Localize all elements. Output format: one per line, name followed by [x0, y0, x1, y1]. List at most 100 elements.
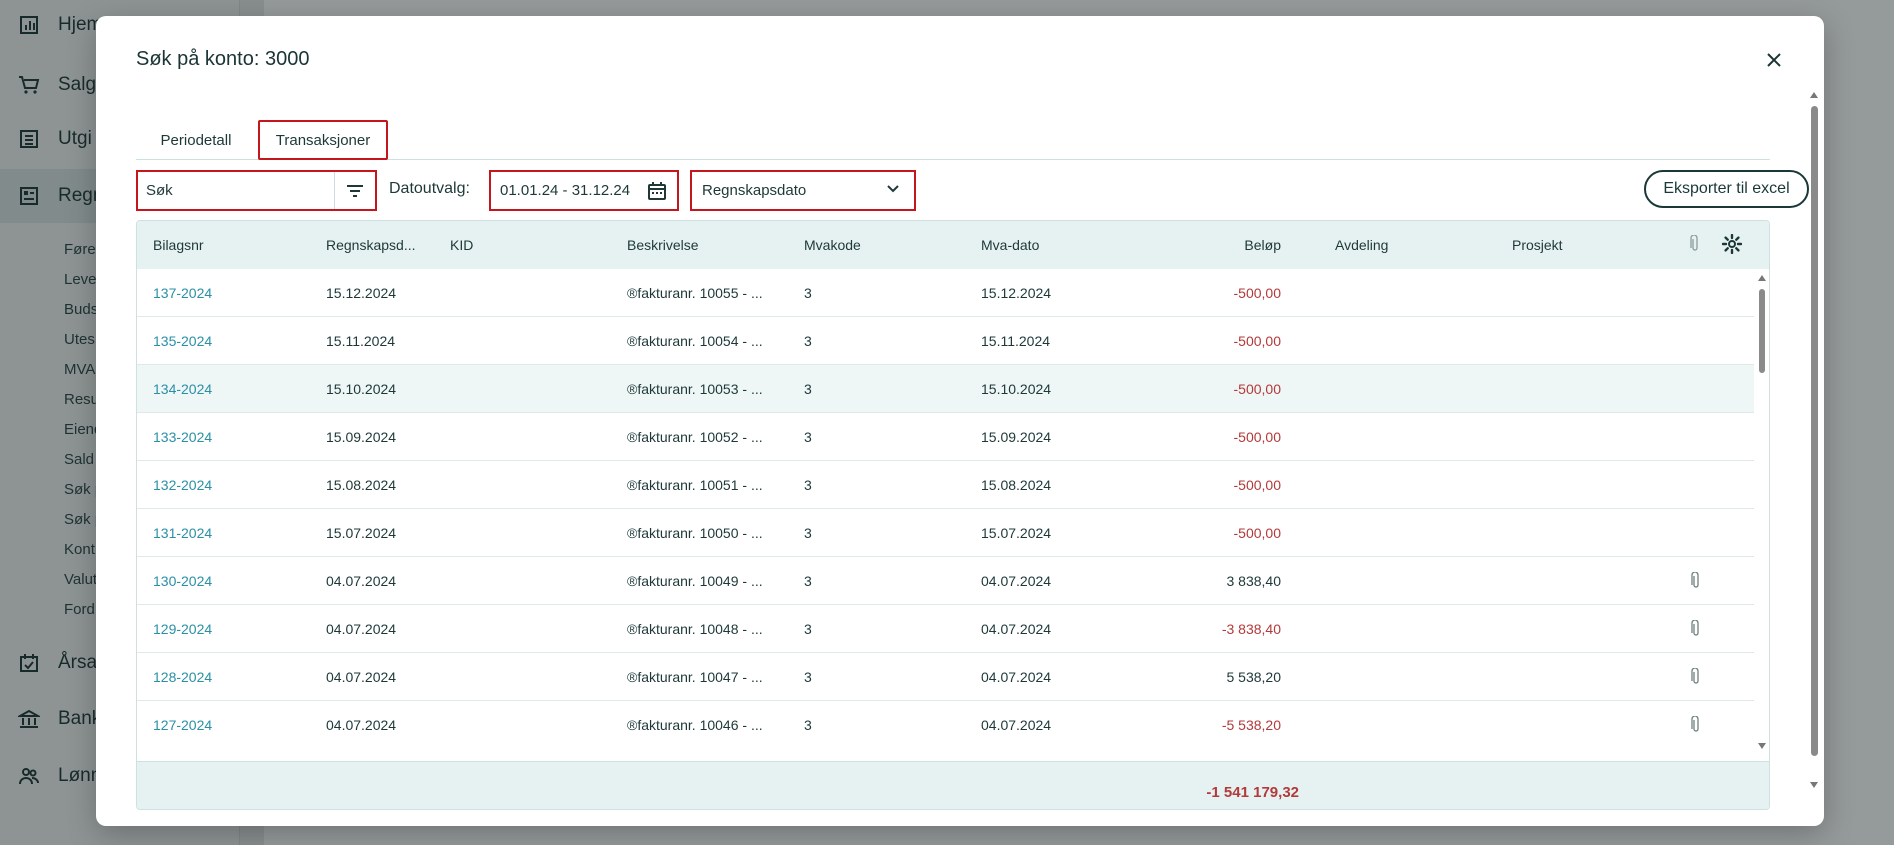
- paperclip-icon[interactable]: [1691, 667, 1705, 684]
- scroll-up-icon[interactable]: [1810, 92, 1818, 98]
- vat-date: 15.12.2024: [981, 285, 1052, 301]
- description: ®fakturanr. 10052 - ...: [627, 429, 763, 445]
- table-row[interactable]: 128-2024 04.07.2024 ®fakturanr. 10047 - ..…: [137, 653, 1754, 701]
- date-range-value: 01.01.24 - 31.12.24: [500, 182, 631, 199]
- column-header-kid[interactable]: KID: [450, 237, 473, 253]
- paperclip-icon[interactable]: [1691, 619, 1705, 636]
- vat-code: 3: [804, 717, 812, 733]
- vat-code: 3: [804, 429, 812, 445]
- accounting-date: 15.07.2024: [326, 525, 397, 541]
- filter-button[interactable]: [334, 172, 374, 209]
- table-row[interactable]: 134-2024 15.10.2024 ®fakturanr. 10053 - ..…: [137, 365, 1754, 413]
- accounting-date: 04.07.2024: [326, 621, 397, 637]
- accounting-date: 04.07.2024: [326, 717, 397, 733]
- scroll-thumb[interactable]: [1811, 106, 1818, 756]
- scroll-down-icon[interactable]: [1810, 782, 1818, 788]
- tab-periodetall[interactable]: Periodetall: [136, 120, 256, 160]
- voucher-link[interactable]: 130-2024: [153, 573, 212, 589]
- table-scrollbar[interactable]: [1754, 269, 1769, 759]
- amount: 5 538,20: [1226, 669, 1282, 685]
- date-type-select[interactable]: Regnskapsdato: [690, 170, 916, 211]
- paperclip-icon: [1690, 234, 1700, 256]
- amount: -500,00: [1233, 429, 1281, 445]
- vat-code: 3: [804, 525, 812, 541]
- vat-code: 3: [804, 573, 812, 589]
- voucher-link[interactable]: 129-2024: [153, 621, 212, 637]
- voucher-link[interactable]: 128-2024: [153, 669, 212, 685]
- vat-code: 3: [804, 333, 812, 349]
- column-header-prosjekt[interactable]: Prosjekt: [1512, 237, 1563, 253]
- amount: -5 538,20: [1221, 717, 1281, 733]
- voucher-link[interactable]: 134-2024: [153, 381, 212, 397]
- vat-date: 04.07.2024: [981, 621, 1052, 637]
- modal-title: Søk på konto: 3000: [136, 48, 310, 70]
- paperclip-icon[interactable]: [1691, 571, 1705, 588]
- vat-code: 3: [804, 381, 812, 397]
- export-excel-button[interactable]: Eksporter til excel: [1644, 170, 1809, 208]
- accounting-date: 15.12.2024: [326, 285, 397, 301]
- description: ®fakturanr. 10055 - ...: [627, 285, 763, 301]
- table-row[interactable]: 132-2024 15.08.2024 ®fakturanr. 10051 - ..…: [137, 461, 1754, 509]
- voucher-link[interactable]: 135-2024: [153, 333, 212, 349]
- vat-code: 3: [804, 669, 812, 685]
- scroll-thumb[interactable]: [1759, 289, 1765, 373]
- amount: -500,00: [1233, 477, 1281, 493]
- column-header-beskrivelse[interactable]: Beskrivelse: [627, 237, 699, 253]
- vat-date: 15.11.2024: [981, 333, 1051, 349]
- column-header-belop[interactable]: Beløp: [1141, 237, 1281, 253]
- transactions-table: Bilagsnr Regnskapsd... KID Beskrivelse M…: [136, 220, 1770, 810]
- modal-scrollbar[interactable]: [1808, 92, 1820, 802]
- tab-transaksjoner[interactable]: Transaksjoner: [258, 120, 388, 160]
- description: ®fakturanr. 10054 - ...: [627, 333, 763, 349]
- scroll-up-icon[interactable]: [1758, 275, 1766, 281]
- scroll-down-icon[interactable]: [1758, 743, 1766, 749]
- description: ®fakturanr. 10048 - ...: [627, 621, 763, 637]
- table-header: Bilagsnr Regnskapsd... KID Beskrivelse M…: [137, 221, 1769, 269]
- table-row[interactable]: 137-2024 15.12.2024 ®fakturanr. 10055 - ..…: [137, 269, 1754, 317]
- vat-date: 15.10.2024: [981, 381, 1052, 397]
- voucher-link[interactable]: 132-2024: [153, 477, 212, 493]
- column-header-bilagsnr[interactable]: Bilagsnr: [153, 237, 204, 253]
- amount: -3 838,40: [1221, 621, 1281, 637]
- vat-date: 15.07.2024: [981, 525, 1052, 541]
- table-footer: -1 541 179,32: [137, 761, 1769, 809]
- close-icon: [1767, 53, 1781, 67]
- table-row[interactable]: 129-2024 04.07.2024 ®fakturanr. 10048 - ..…: [137, 605, 1754, 653]
- vat-code: 3: [804, 621, 812, 637]
- table-row[interactable]: 135-2024 15.11.2024 ®fakturanr. 10054 - ..…: [137, 317, 1754, 365]
- vat-date: 04.07.2024: [981, 669, 1052, 685]
- amount: -500,00: [1233, 381, 1281, 397]
- calendar-icon: [648, 182, 666, 200]
- search-box: [136, 170, 377, 211]
- voucher-link[interactable]: 131-2024: [153, 525, 212, 541]
- vat-date: 15.09.2024: [981, 429, 1052, 445]
- table-row[interactable]: 130-2024 04.07.2024 ®fakturanr. 10049 - ..…: [137, 557, 1754, 605]
- voucher-link[interactable]: 137-2024: [153, 285, 212, 301]
- filter-icon: [346, 184, 363, 197]
- vat-date: 15.08.2024: [981, 477, 1052, 493]
- close-button[interactable]: [1762, 48, 1786, 72]
- total-amount: -1 541 179,32: [1206, 784, 1299, 801]
- description: ®fakturanr. 10053 - ...: [627, 381, 763, 397]
- date-range-picker[interactable]: 01.01.24 - 31.12.24: [489, 170, 679, 211]
- voucher-link[interactable]: 127-2024: [153, 717, 212, 733]
- amount: -500,00: [1233, 525, 1281, 541]
- table-body: 137-2024 15.12.2024 ®fakturanr. 10055 - ..…: [137, 269, 1754, 747]
- description: ®fakturanr. 10051 - ...: [627, 477, 763, 493]
- accounting-date: 15.11.2024: [326, 333, 396, 349]
- accounting-date: 15.10.2024: [326, 381, 397, 397]
- column-header-mvakode[interactable]: Mvakode: [804, 237, 861, 253]
- chevron-down-icon: [887, 185, 899, 193]
- column-header-regnskapsdato[interactable]: Regnskapsd...: [326, 237, 416, 253]
- column-header-avdeling[interactable]: Avdeling: [1335, 237, 1388, 253]
- amount: -500,00: [1233, 333, 1281, 349]
- table-row[interactable]: 131-2024 15.07.2024 ®fakturanr. 10050 - ..…: [137, 509, 1754, 557]
- gear-icon[interactable]: [1721, 233, 1743, 257]
- column-header-mvadato[interactable]: Mva-dato: [981, 237, 1039, 253]
- table-row[interactable]: 133-2024 15.09.2024 ®fakturanr. 10052 - ..…: [137, 413, 1754, 461]
- voucher-link[interactable]: 133-2024: [153, 429, 212, 445]
- account-search-modal: Søk på konto: 3000 Periodetall Transaksj…: [96, 16, 1824, 826]
- search-input[interactable]: [138, 172, 334, 209]
- table-row[interactable]: 127-2024 04.07.2024 ®fakturanr. 10046 - ..…: [137, 701, 1754, 747]
- paperclip-icon[interactable]: [1691, 715, 1705, 732]
